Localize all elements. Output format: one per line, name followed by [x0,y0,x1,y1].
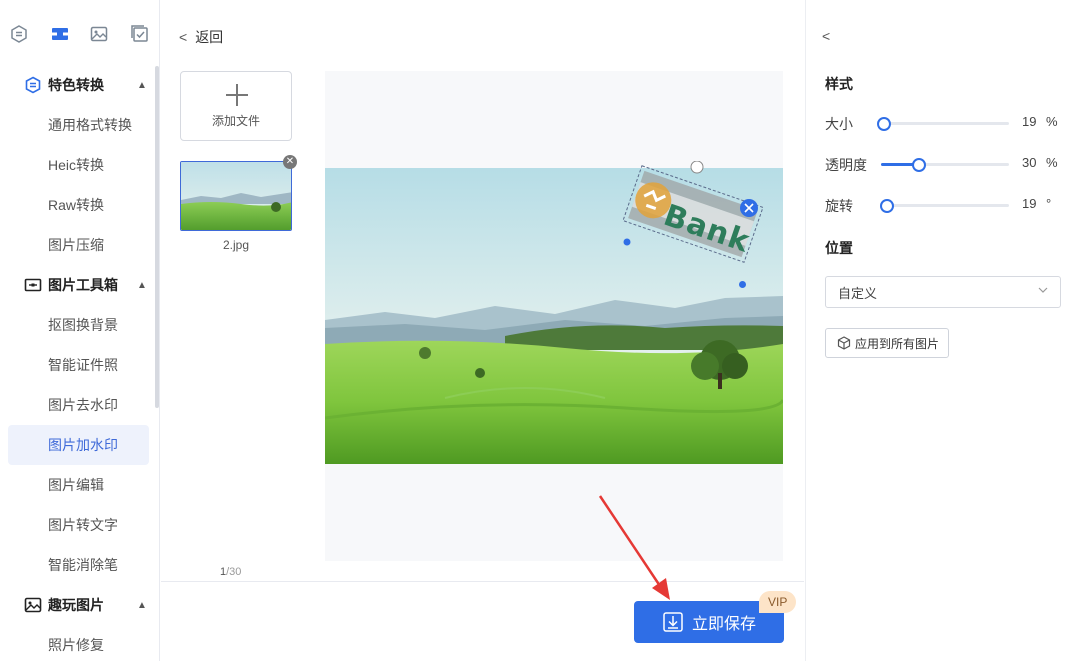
sidebar-item-eraser[interactable]: 智能消除笔 [8,545,149,585]
download-icon [663,612,683,632]
sidebar-item-raw[interactable]: Raw转换 [8,185,149,225]
sidebar-item-heic[interactable]: Heic转换 [8,145,149,185]
pager-total: /30 [226,566,242,578]
sidebar-item-compress[interactable]: 图片压缩 [8,225,149,265]
size-unit: % [1046,114,1058,129]
style-section-title: 样式 [825,76,853,92]
sidebar-item-remove-watermark[interactable]: 图片去水印 [8,385,149,425]
sidebar: 特色转换 ▲ 通用格式转换 Heic转换 Raw转换 图片压缩 图片工具箱 ▲ … [0,0,160,661]
file-name: 2.jpg [222,238,250,252]
group-label: 图片工具箱 [48,277,118,293]
sidebar-item-cutout-bg[interactable]: 抠图换背景 [8,305,149,345]
checklist-icon[interactable] [126,20,154,48]
sidebar-item-photo-repair[interactable]: 照片修复 [8,625,149,661]
opacity-unit: % [1046,155,1058,170]
sidebar-scrollbar[interactable] [155,66,159,408]
group-label: 特色转换 [48,77,104,93]
image-icon [24,597,42,613]
sidebar-item-add-watermark[interactable]: 图片加水印 [8,425,149,465]
sidebar-top-icons [0,20,160,50]
size-slider-row: 大小 19 % [825,113,1065,133]
file-pager: 1/30 [220,566,241,578]
size-value: 19 [1022,114,1037,129]
sidebar-item-id-photo[interactable]: 智能证件照 [8,345,149,385]
sidebar-item-image-edit[interactable]: 图片编辑 [8,465,149,505]
add-file-label: 添加文件 [211,114,260,128]
back-button[interactable]: < 返回 [179,26,223,48]
collapse-panel-icon[interactable]: < [822,28,830,44]
preview-canvas: Bank [325,71,783,561]
convert-circle-icon [25,76,41,94]
image-icon[interactable] [85,20,113,48]
chevron-left-icon: < [179,29,188,45]
plus-icon [226,84,248,106]
sidebar-item-general-format[interactable]: 通用格式转换 [8,105,149,145]
sidebar-nav: 特色转换 ▲ 通用格式转换 Heic转换 Raw转换 图片压缩 图片工具箱 ▲ … [0,64,152,661]
group-special-convert[interactable]: 特色转换 ▲ [0,65,152,105]
back-label: 返回 [195,29,224,45]
size-slider[interactable] [876,117,1009,131]
save-label: 立即保存 [691,616,756,633]
rotation-slider-row: 旋转 19 ° [825,195,1065,215]
position-select-value: 自定义 [838,285,878,301]
chevron-up-icon: ▲ [137,599,147,611]
group-toolbox[interactable]: 图片工具箱 ▲ [0,265,152,305]
apply-to-all-button[interactable]: 应用到所有图片 [825,328,950,358]
rotation-unit: ° [1046,196,1052,211]
position-select[interactable]: 自定义 [825,276,1061,308]
watermark-handle[interactable] [739,281,746,288]
opacity-label: 透明度 [825,157,867,173]
file-thumbnail[interactable] [180,161,292,231]
size-slider-knob[interactable] [876,117,891,131]
group-label: 趣玩图片 [48,597,104,613]
chevron-down-icon [1038,287,1048,293]
opacity-slider-row: 透明度 30 % [825,154,1065,174]
app-window: 特色转换 ▲ 通用格式转换 Heic转换 Raw转换 图片压缩 图片工具箱 ▲ … [0,0,1080,661]
chevron-up-icon: ▲ [137,279,147,291]
toolbox-icon[interactable] [46,20,74,48]
size-label: 大小 [825,116,853,132]
opacity-value: 30 [1022,155,1037,170]
thumbnail-image [181,162,291,230]
rotation-value: 19 [1022,196,1037,211]
settings-panel: < 样式 大小 19 % 透明度 30 % 旋转 19 ° 位置 自定义 应用到… [805,0,1080,661]
opacity-slider-knob[interactable] [912,158,927,172]
main-area: < 返回 添加文件 ✕ 2.jpg 1/30 Bank 立即保存 VIP [161,0,804,661]
watermark-object[interactable]: Bank [621,160,765,290]
remove-file-icon[interactable]: ✕ [283,155,297,169]
position-section-title: 位置 [825,240,853,256]
vip-badge: VIP [759,591,797,613]
add-file-button[interactable]: 添加文件 [180,71,292,141]
chevron-up-icon: ▲ [137,79,147,91]
cube-icon [837,336,851,350]
sidebar-item-image-to-text[interactable]: 图片转文字 [8,505,149,545]
group-fun-images[interactable]: 趣玩图片 ▲ [0,585,152,625]
apply-to-all-label: 应用到所有图片 [855,336,940,351]
toolbox-icon [24,278,42,292]
opacity-slider[interactable] [881,158,1009,172]
bottom-toolbar: 立即保存 VIP [161,581,804,661]
rotation-label: 旋转 [825,198,853,214]
format-convert-icon[interactable] [5,20,33,48]
rotation-slider[interactable] [880,199,1009,213]
rotation-slider-knob[interactable] [880,199,895,213]
